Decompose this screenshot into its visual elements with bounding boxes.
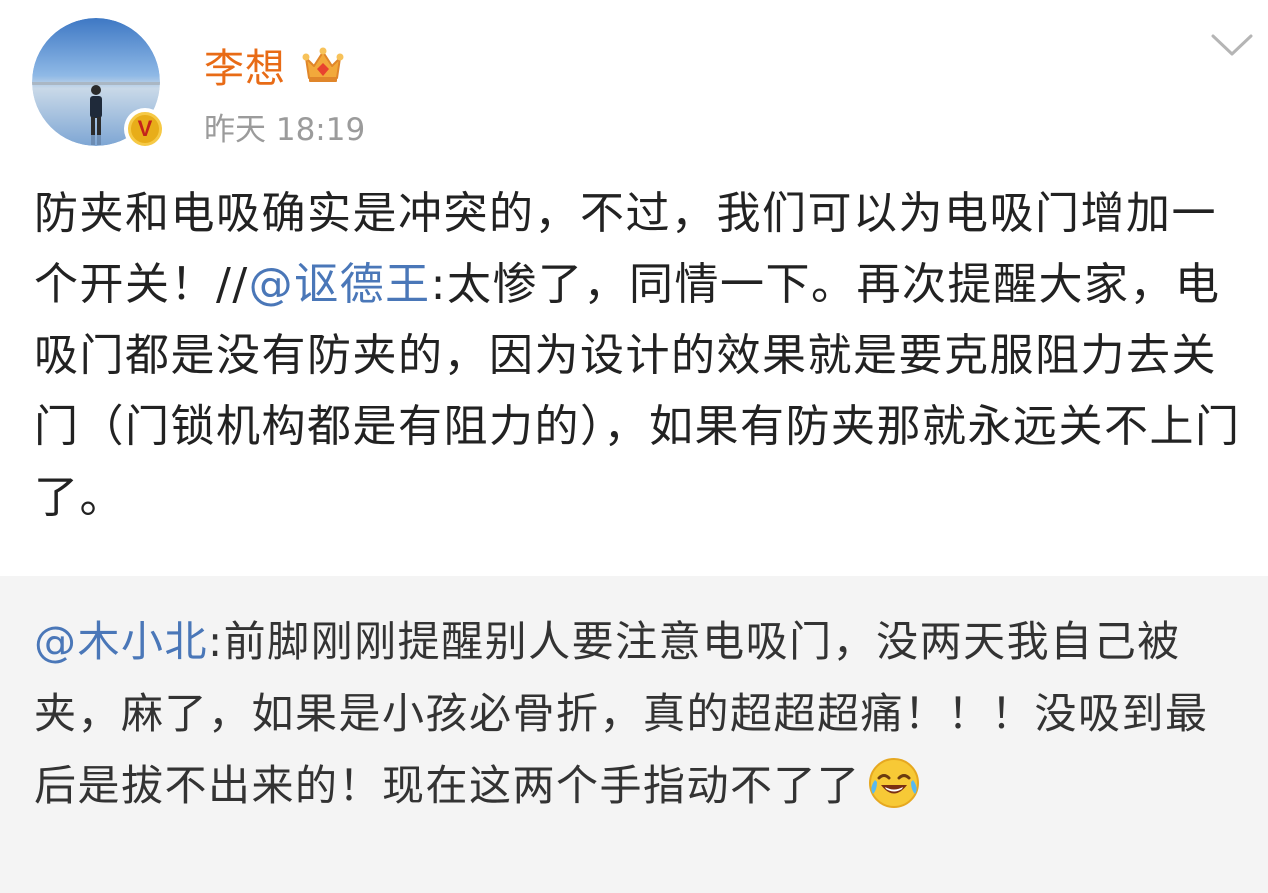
repost-text: @木小北:前脚刚刚提醒别人要注意电吸门，没两天我自己被夹，麻了，如果是小孩必骨折… bbox=[34, 606, 1244, 822]
verified-badge-icon: V bbox=[124, 108, 166, 150]
verified-badge-letter: V bbox=[128, 112, 162, 146]
weibo-post: V 李想 昨天 18:19 防夹和电吸确实是冲突的，不过，我们可以为电吸门增加一… bbox=[0, 0, 1268, 893]
laugh-cry-emoji-icon bbox=[868, 758, 919, 808]
repost-block[interactable]: @木小北:前脚刚刚提醒别人要注意电吸门，没两天我自己被夹，麻了，如果是小孩必骨折… bbox=[0, 576, 1268, 893]
chevron-down-icon[interactable] bbox=[1208, 30, 1256, 60]
repost-mention-link[interactable]: @木小北 bbox=[34, 617, 208, 666]
repost-body: :前脚刚刚提醒别人要注意电吸门，没两天我自己被夹，麻了，如果是小孩必骨折，真的超… bbox=[34, 617, 1209, 810]
post-body-text: 防夹和电吸确实是冲突的，不过，我们可以为电吸门增加一个开关！//@讴德王:太惨了… bbox=[34, 178, 1246, 533]
avatar-container[interactable]: V bbox=[32, 18, 166, 150]
author-name[interactable]: 李想 bbox=[204, 36, 286, 94]
author-row: 李想 bbox=[204, 36, 346, 94]
mention-link[interactable]: @讴德王 bbox=[249, 259, 431, 310]
crown-icon[interactable] bbox=[300, 42, 346, 88]
post-timestamp: 昨天 18:19 bbox=[204, 112, 366, 148]
